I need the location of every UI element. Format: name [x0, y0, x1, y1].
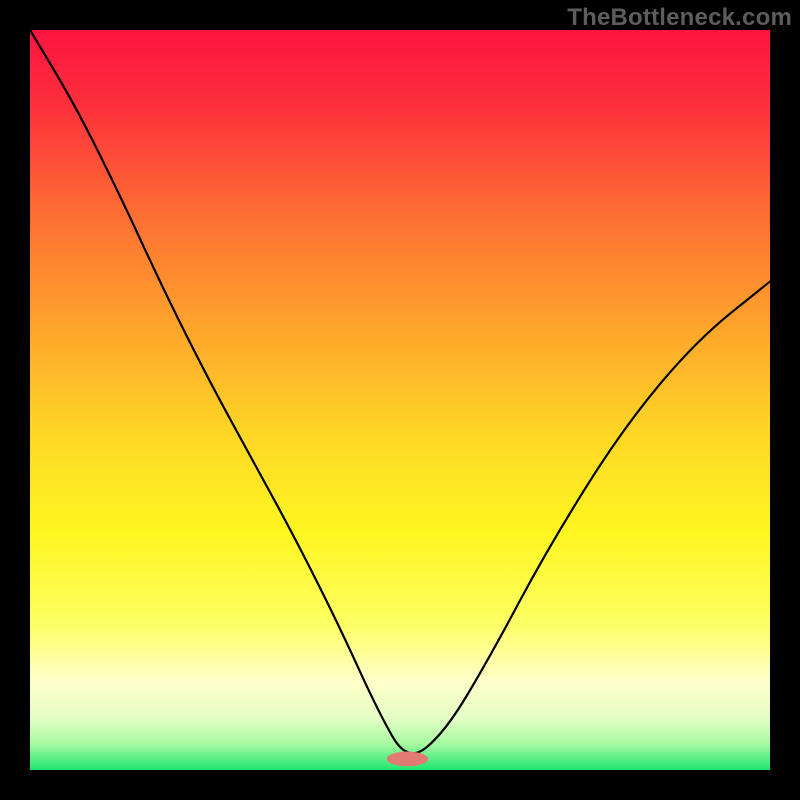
bottleneck-chart	[30, 30, 770, 770]
watermark-text: TheBottleneck.com	[567, 4, 792, 32]
gradient-background	[30, 30, 770, 770]
chart-frame	[30, 30, 770, 770]
optimal-marker	[387, 752, 428, 767]
